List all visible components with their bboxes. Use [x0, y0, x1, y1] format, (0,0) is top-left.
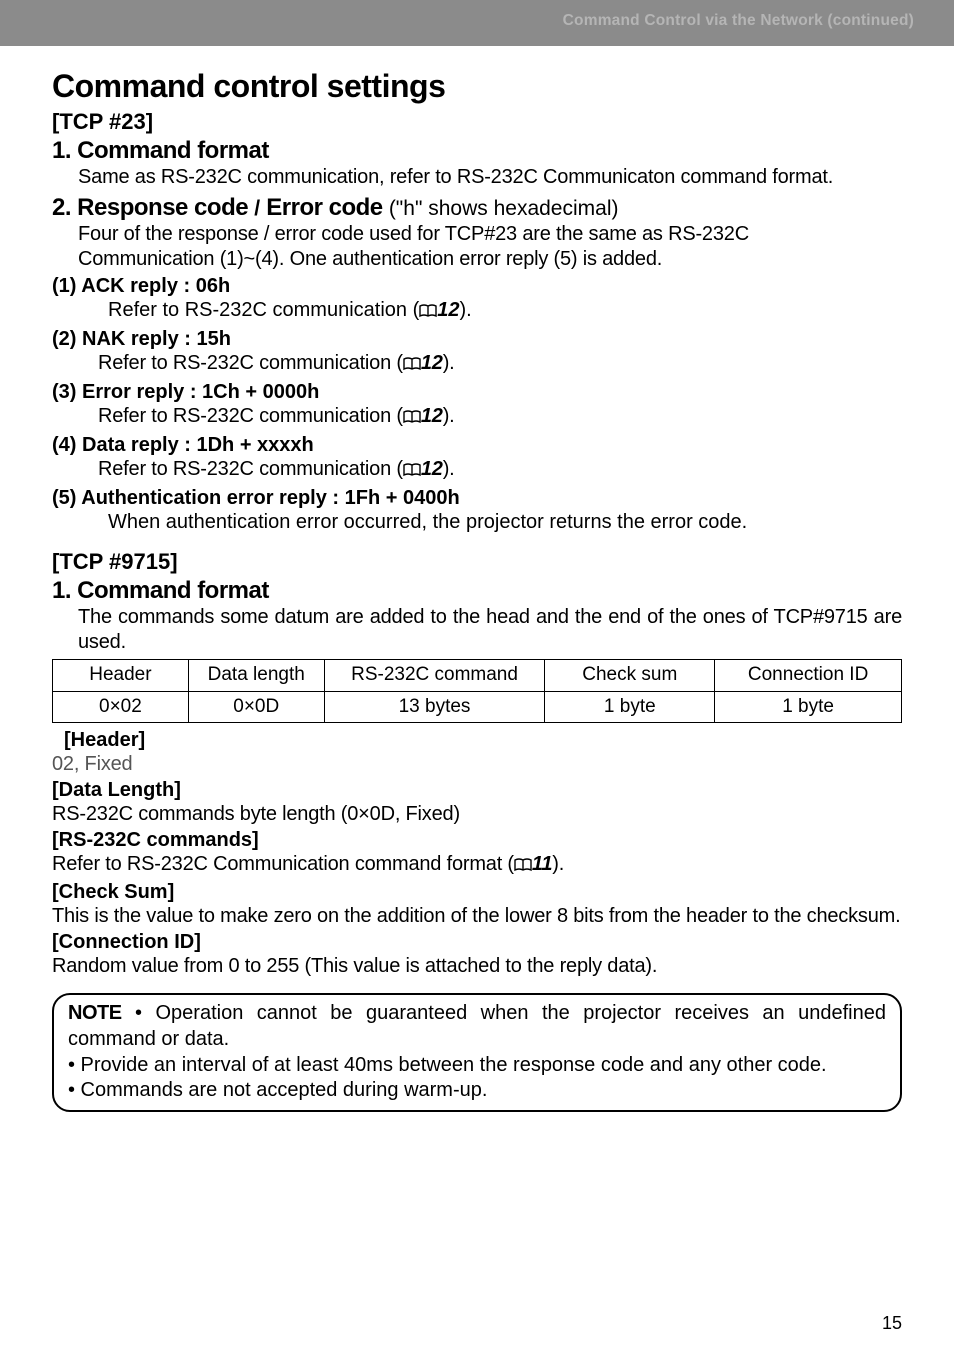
tcp23-s1-title: 1. Command format: [52, 137, 902, 165]
item4-head: (4) Data reply : 1Dh + xxxxh: [52, 434, 902, 457]
rs-txt: Refer to RS-232C Communication command f…: [52, 852, 902, 879]
th-rs232c: RS-232C command: [324, 660, 545, 692]
book-icon: [419, 300, 437, 325]
tcp9715-s1-text: The commands some datum are added to the…: [78, 605, 902, 655]
command-table: Header Data length RS-232C command Check…: [52, 659, 902, 723]
book-icon: [514, 854, 532, 879]
item4-pre: Refer to RS-232C communication (: [98, 458, 403, 480]
tcp23-s2-text1: Four of the response / error code used f…: [78, 222, 902, 247]
td-rs232c: 13 bytes: [324, 691, 545, 723]
item1-body: Refer to RS-232C communication ( 12).: [108, 298, 902, 325]
main-title: Command control settings: [52, 68, 902, 105]
item2-body: Refer to RS-232C communication ( 12).: [98, 351, 902, 378]
item2-post: ).: [443, 352, 455, 374]
book-icon: [403, 353, 421, 378]
details-block: [Header] 02, Fixed [Data Length] RS-232C…: [64, 729, 902, 979]
th-checksum: Check sum: [545, 660, 715, 692]
table-row: Header Data length RS-232C command Check…: [53, 660, 902, 692]
item3-body: Refer to RS-232C communication ( 12).: [98, 404, 902, 431]
page-content: Command control settings [TCP #23] 1. Co…: [0, 46, 954, 1112]
item3-pre: Refer to RS-232C communication (: [98, 405, 403, 427]
td-datalen: 0×0D: [188, 691, 324, 723]
tcp23-s1-text: Same as RS-232C communication, refer to …: [78, 165, 902, 190]
item2-ref: 12: [421, 352, 443, 374]
item2-head: (2) NAK reply : 15h: [52, 328, 902, 351]
check-lbl: [Check Sum]: [52, 881, 902, 904]
datalen-lbl: [Data Length]: [52, 779, 902, 802]
table-row: 0×02 0×0D 13 bytes 1 byte 1 byte: [53, 691, 902, 723]
check-txt: This is the value to make zero on the ad…: [52, 904, 902, 929]
book-icon: [403, 406, 421, 431]
conn-txt: Random value from 0 to 255 (This value i…: [52, 954, 902, 979]
td-header: 0×02: [53, 691, 189, 723]
tcp23-s2-heading: 2. Response code / Error code ("h" shows…: [52, 194, 902, 222]
note-l3: • Commands are not accepted during warm-…: [68, 1078, 886, 1104]
header-lbl: [Header]: [64, 729, 902, 752]
item1-pre: Refer to RS-232C communication (: [108, 299, 419, 321]
th-datalen: Data length: [188, 660, 324, 692]
tcp9715-label: [TCP #9715]: [52, 549, 902, 575]
note-box: NOTE • Operation cannot be guaranteed wh…: [52, 993, 902, 1111]
note-l1: • Operation cannot be guaranteed when th…: [68, 1002, 886, 1050]
item5-body: When authentication error occurred, the …: [108, 510, 902, 535]
item1-ref: 12: [437, 299, 459, 321]
th-header: Header: [53, 660, 189, 692]
note-line1: NOTE • Operation cannot be guaranteed wh…: [68, 1001, 886, 1052]
item3-post: ).: [443, 405, 455, 427]
item5-head: (5) Authentication error reply : 1Fh + 0…: [52, 487, 902, 510]
item4-body: Refer to RS-232C communication ( 12).: [98, 457, 902, 484]
th-connid: Connection ID: [715, 660, 902, 692]
tcp9715-s1-title: 1. Command format: [52, 577, 902, 605]
note-label: NOTE: [68, 1002, 122, 1024]
note-l2: • Provide an interval of at least 40ms b…: [68, 1053, 886, 1079]
rs-lbl: [RS-232C commands]: [52, 829, 902, 852]
rs-post: ).: [552, 853, 564, 875]
conn-lbl: [Connection ID]: [52, 931, 902, 954]
item3-ref: 12: [421, 405, 443, 427]
item4-ref: 12: [421, 458, 443, 480]
item3-head: (3) Error reply : 1Ch + 0000h: [52, 381, 902, 404]
page-number: 15: [882, 1313, 902, 1334]
rs-ref: 11: [532, 853, 552, 875]
s2-title-part2: Error code: [260, 194, 389, 221]
rs-pre: Refer to RS-232C Communication command f…: [52, 853, 514, 875]
s2-title-part1: 2. Response code: [52, 194, 254, 221]
book-icon: [403, 459, 421, 484]
item1-head: (1) ACK reply : 06h: [52, 275, 902, 298]
td-checksum: 1 byte: [545, 691, 715, 723]
tcp23-s2-text2: Communication (1)~(4). One authenticatio…: [78, 247, 902, 272]
header-txt: 02, Fixed: [52, 752, 902, 777]
item2-pre: Refer to RS-232C communication (: [98, 352, 403, 374]
s2-paren: ("h" shows hexadecimal): [389, 197, 619, 220]
tcp23-label: [TCP #23]: [52, 109, 902, 135]
item1-post: ).: [459, 299, 471, 321]
item4-post: ).: [443, 458, 455, 480]
td-connid: 1 byte: [715, 691, 902, 723]
top-banner: Command Control via the Network (continu…: [0, 0, 954, 46]
datalen-txt: RS-232C commands byte length (0×0D, Fixe…: [52, 802, 902, 827]
banner-text: Command Control via the Network (continu…: [563, 12, 914, 30]
